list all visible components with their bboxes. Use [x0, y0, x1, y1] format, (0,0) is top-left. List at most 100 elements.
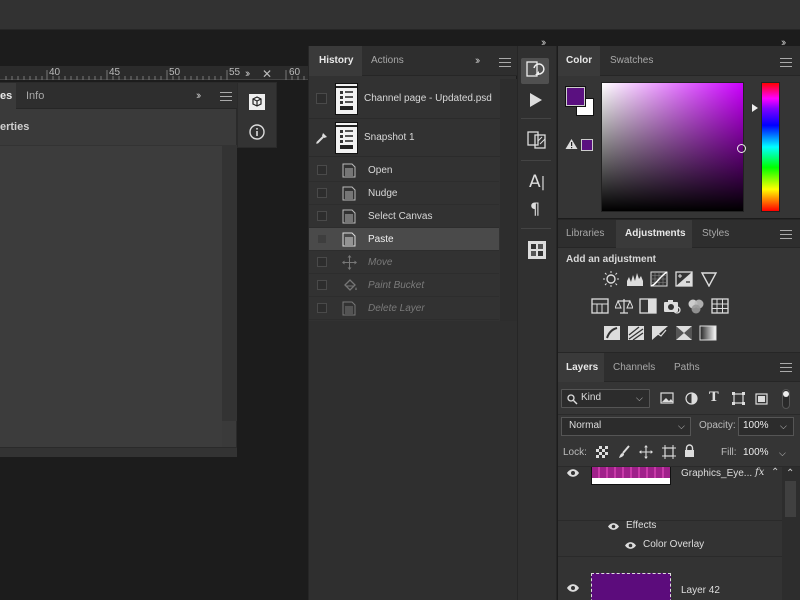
history-expand-icon[interactable]: ›› [475, 55, 481, 67]
lock-transparent-pixels-icon[interactable] [596, 446, 608, 458]
eye-icon[interactable] [566, 468, 580, 478]
history-step-checkbox[interactable] [317, 234, 327, 244]
history-step-undone[interactable]: Delete Layer [309, 297, 499, 320]
tab-swatches[interactable]: Swatches [610, 46, 653, 76]
history-step-checkbox[interactable] [317, 211, 327, 221]
layer-name[interactable]: Layer 42 [681, 585, 720, 596]
layer-row[interactable]: Graphics_Eye... fx ⌃ [558, 467, 782, 521]
history-step-checkbox[interactable] [317, 165, 327, 175]
swatch-list-icon[interactable] [527, 240, 547, 260]
play-action-icon[interactable] [529, 92, 543, 108]
filter-smart-object-icon[interactable] [755, 392, 768, 405]
layers-scroll-thumb[interactable] [785, 481, 796, 517]
layers-scroll-up-icon[interactable]: ⌃ [786, 468, 794, 479]
photo-filter-icon[interactable] [663, 298, 681, 314]
tab-info[interactable]: Info [26, 83, 44, 109]
posterize-icon[interactable] [627, 325, 645, 341]
brightness-contrast-icon[interactable] [602, 271, 620, 287]
history-scrollbar[interactable] [500, 79, 517, 321]
lock-image-pixels-icon[interactable] [618, 445, 631, 459]
panel-expand-icon[interactable]: ›› [196, 90, 202, 102]
tab-paths[interactable]: Paths [674, 353, 700, 382]
filter-shape-icon[interactable] [732, 392, 745, 405]
gamut-color-swatch[interactable] [581, 139, 593, 151]
tab-history[interactable]: History [309, 46, 362, 76]
out-of-gamut-warning-icon[interactable] [565, 138, 578, 150]
history-step-checkbox[interactable] [317, 280, 327, 290]
filter-kind-select[interactable]: Kind ⌵ [561, 389, 650, 408]
info-icon[interactable] [249, 124, 265, 140]
float-panel-close-icon[interactable]: ✕ [262, 67, 272, 81]
layer-row[interactable]: Layer 42 [558, 559, 782, 600]
tab-channels[interactable]: Channels [613, 353, 655, 382]
history-step-checkbox[interactable] [317, 257, 327, 267]
effects-row[interactable]: Effects [558, 517, 782, 537]
history-step[interactable]: Select Canvas [309, 205, 499, 228]
filter-toggle-switch[interactable] [782, 389, 790, 409]
lock-artboard-icon[interactable] [662, 445, 676, 459]
eye-icon[interactable] [624, 541, 637, 550]
filter-type-icon[interactable]: T [709, 390, 719, 405]
tab-libraries[interactable]: Libraries [566, 220, 604, 248]
adjustments-menu-icon[interactable] [780, 230, 792, 239]
snapshot-checkbox[interactable] [316, 93, 327, 104]
tab-color[interactable]: Color [558, 46, 600, 76]
history-step[interactable]: Open [309, 159, 499, 182]
history-step-selected[interactable]: Paste [309, 228, 499, 251]
paragraph-icon[interactable]: ¶ [530, 199, 540, 218]
exposure-icon[interactable] [675, 271, 693, 287]
lock-position-icon[interactable] [639, 445, 653, 459]
layer-fx-badge[interactable]: fx [755, 467, 764, 478]
float-panel-expand-icon[interactable]: ›› [245, 68, 251, 80]
history-snapshot[interactable]: Channel page - Updated.psd [309, 79, 500, 119]
tab-actions[interactable]: Actions [371, 46, 404, 76]
hue-slider[interactable] [761, 82, 780, 212]
hue-slider-arrow[interactable] [752, 104, 758, 112]
invert-icon[interactable] [603, 325, 621, 341]
layers-scrollbar[interactable]: ⌃ [782, 467, 800, 600]
foreground-color-swatch[interactable] [565, 86, 586, 107]
tab-styles[interactable]: Styles [702, 220, 729, 248]
clone-source-icon[interactable] [527, 129, 547, 149]
gradient-map-icon[interactable] [699, 325, 717, 341]
color-lookup-icon[interactable] [711, 298, 729, 314]
eye-icon[interactable] [566, 583, 580, 593]
vibrance-icon[interactable] [700, 271, 718, 287]
selective-color-icon[interactable] [675, 325, 693, 341]
color-balance-icon[interactable] [615, 298, 633, 314]
history-snapshot[interactable]: Snapshot 1 [309, 119, 500, 157]
chevron-up-icon[interactable]: ⌃ [771, 467, 779, 478]
hue-saturation-icon[interactable] [591, 298, 609, 314]
tab-adjustments[interactable]: Adjustments [616, 220, 692, 248]
color-picker-cursor[interactable] [737, 144, 746, 153]
blend-mode-select[interactable]: Normal ⌵ [561, 417, 691, 436]
history-brush-source-icon[interactable] [315, 131, 329, 145]
lock-all-icon[interactable] [684, 444, 695, 458]
filter-pixel-icon[interactable] [660, 392, 674, 404]
curves-icon[interactable] [650, 271, 668, 287]
history-step-checkbox[interactable] [317, 303, 327, 313]
threshold-icon[interactable] [651, 325, 669, 341]
history-step-checkbox[interactable] [317, 188, 327, 198]
eye-icon[interactable] [607, 522, 620, 531]
black-white-icon[interactable] [639, 298, 657, 314]
filter-adjustment-icon[interactable] [685, 392, 698, 405]
channel-mixer-icon[interactable] [687, 298, 705, 314]
history-step-undone[interactable]: Paint Bucket [309, 274, 499, 297]
tab-layers[interactable]: Layers [558, 353, 604, 382]
history-step[interactable]: Nudge [309, 182, 499, 205]
color-menu-icon[interactable] [780, 58, 792, 67]
tab-properties[interactable]: es [0, 83, 16, 109]
levels-icon[interactable] [626, 271, 644, 287]
layer-name[interactable]: Graphics_Eye... [681, 468, 752, 479]
opacity-field[interactable]: 100% ⌵ [738, 417, 794, 436]
character-icon[interactable]: A| [529, 172, 545, 192]
color-field[interactable] [601, 82, 744, 212]
3d-icon[interactable] [248, 93, 266, 111]
effect-item-row[interactable]: Color Overlay [558, 537, 782, 557]
panel-menu-icon[interactable] [220, 92, 232, 101]
properties-scrollbar[interactable] [222, 145, 237, 421]
history-menu-icon[interactable] [499, 58, 511, 67]
history-step-undone[interactable]: Move [309, 251, 499, 274]
layers-menu-icon[interactable] [780, 363, 792, 372]
